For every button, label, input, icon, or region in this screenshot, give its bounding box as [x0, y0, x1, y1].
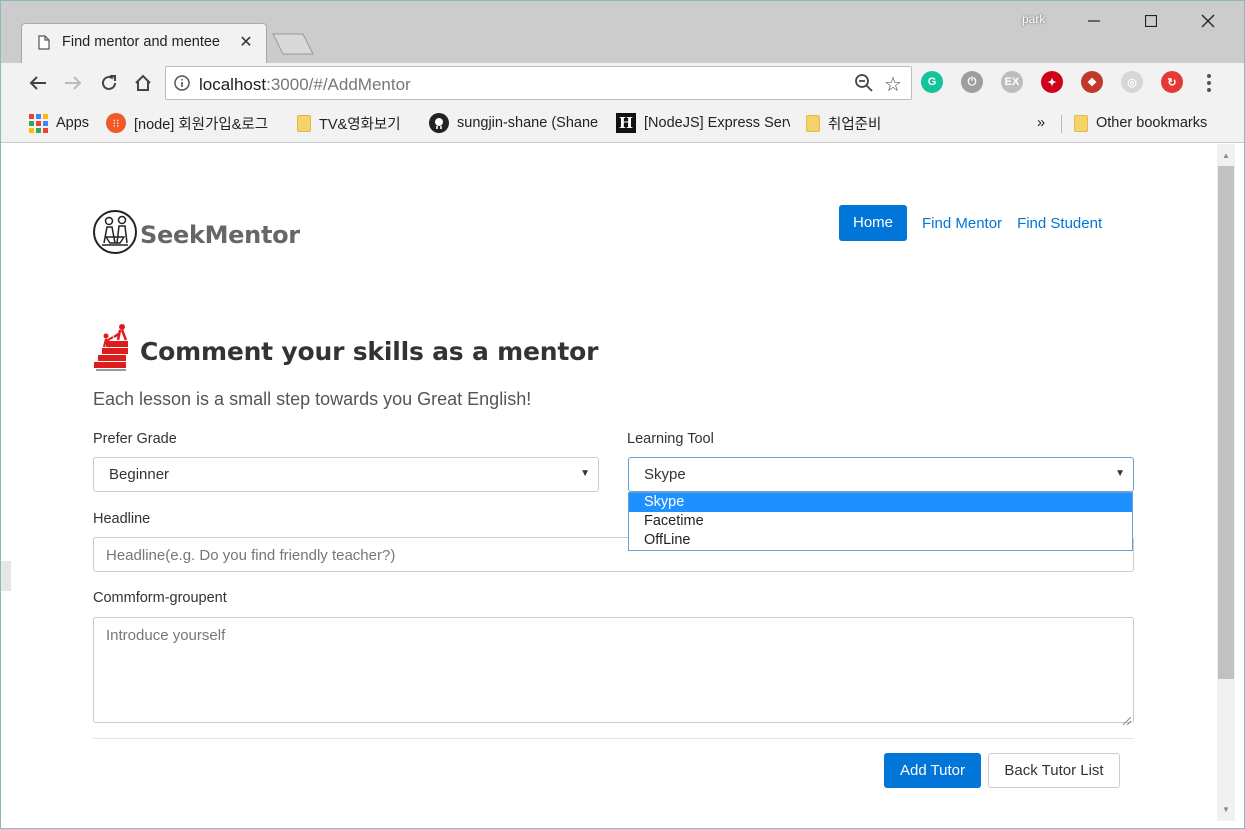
zoom-icon[interactable] — [854, 73, 874, 98]
forward-arrow-icon[interactable] — [61, 71, 85, 95]
bookmark-label: TV&영화보기 — [319, 116, 401, 133]
bookmark-label: sungjin-shane (Shane — [457, 115, 599, 131]
web-page: SeekMentor Home Find Mentor Find Student — [11, 144, 1217, 821]
site-logo[interactable]: SeekMentor — [92, 205, 300, 264]
comment-textarea[interactable]: Introduce yourself — [93, 617, 1134, 726]
profile-name[interactable]: park — [1022, 12, 1045, 26]
learning-tool-value: Skype — [644, 466, 686, 483]
option-facetime[interactable]: Facetime — [629, 512, 1132, 531]
bookmark-apps[interactable]: Apps — [29, 113, 99, 133]
lead-text: Each lesson is a small step towards you … — [93, 389, 532, 409]
trend-micro-icon[interactable]: ✦ — [1041, 71, 1063, 93]
comment-placeholder: Introduce yourself — [106, 627, 226, 644]
reload-icon[interactable] — [97, 71, 121, 95]
address-bar[interactable]: localhost:3000/#/AddMentor ☆ — [165, 66, 912, 100]
nav-find-mentor[interactable]: Find Mentor — [922, 215, 1017, 232]
bookmark-label: 취업준비 — [828, 116, 882, 133]
node-site-icon: ⁝⁝ — [106, 113, 126, 133]
minimize-button[interactable] — [1072, 7, 1116, 35]
bookmark-label: Apps — [56, 115, 90, 131]
tab-title: Find mentor and mentee — [62, 34, 220, 50]
other-bookmarks[interactable]: Other bookmarks — [1074, 113, 1224, 133]
ex-icon[interactable]: EX — [1001, 71, 1023, 93]
close-window-button[interactable] — [1186, 7, 1230, 35]
bookmark-job-prep[interactable]: 취업준비 — [806, 113, 906, 133]
learning-tool-dropdown: Skype Facetime OffLine — [628, 492, 1133, 551]
scroll-up-icon[interactable]: ▲ — [1221, 151, 1231, 161]
browser-menu-icon[interactable] — [1201, 71, 1217, 95]
maximize-button[interactable] — [1129, 7, 1173, 35]
bookmark-node-signup[interactable]: ⁝⁝ [node] 회원가입&로그 — [106, 113, 278, 133]
title-bar: Find mentor and mentee ✕ park — [1, 1, 1244, 63]
github-icon — [429, 113, 449, 133]
red-app-icon[interactable]: ❖ — [1081, 71, 1103, 93]
document-icon — [38, 35, 50, 55]
folder-icon — [297, 114, 311, 132]
chevron-down-icon: ▼ — [580, 468, 590, 479]
page-heading: Comment your skills as a mentor — [92, 322, 598, 381]
sync-icon[interactable]: ↻ — [1161, 71, 1183, 93]
bookmark-label: [NodeJS] Express Serv — [644, 115, 790, 131]
headline-placeholder: Headline(e.g. Do you find friendly teach… — [106, 547, 396, 564]
prefer-grade-select[interactable]: Beginner ▼ — [93, 457, 599, 492]
site-brand: SeekMentor — [140, 220, 300, 249]
bookmark-nodejs-express[interactable]: H [NodeJS] Express Serv — [616, 113, 790, 133]
learning-tool-select[interactable]: Skype ▼ — [628, 457, 1134, 492]
browser-toolbar: localhost:3000/#/AddMentor ☆ G ⏻ EX ✦ ❖ ◎ ↻ — [1, 63, 1244, 103]
other-bookmarks-label: Other bookmarks — [1096, 115, 1208, 131]
bookmarks-bar: Apps ⁝⁝ [node] 회원가입&로그 TV&영화보기 sungjin-s… — [1, 103, 1244, 143]
more-bookmarks-button[interactable]: » — [1037, 113, 1051, 133]
chevron-down-icon: ▼ — [1115, 468, 1125, 479]
site-nav: Home Find Mentor Find Student — [839, 205, 1117, 241]
nav-home[interactable]: Home — [839, 205, 908, 241]
window-edge — [1, 561, 11, 591]
scroll-thumb[interactable] — [1218, 166, 1234, 679]
headline-label: Headline — [93, 511, 151, 527]
prefer-grade-label: Prefer Grade — [93, 431, 177, 447]
mentor-logo-icon — [92, 205, 138, 264]
form-divider — [93, 738, 1134, 739]
home-icon[interactable] — [131, 71, 155, 95]
star-icon[interactable]: ☆ — [884, 72, 902, 97]
comment-label: Commform-groupent — [93, 590, 227, 606]
resize-handle-icon[interactable] — [1122, 712, 1132, 726]
scroll-down-icon[interactable]: ▼ — [1221, 805, 1231, 815]
url-text: localhost:3000/#/AddMentor — [199, 75, 411, 94]
bookmark-tv-movies[interactable]: TV&영화보기 — [297, 113, 417, 133]
nav-find-student[interactable]: Find Student — [1017, 215, 1117, 232]
grammarly-icon[interactable]: G — [921, 71, 943, 93]
more-bookmarks-label: » — [1037, 115, 1046, 131]
info-icon[interactable] — [174, 75, 190, 96]
option-skype[interactable]: Skype — [629, 493, 1132, 512]
prefer-grade-value: Beginner — [109, 466, 170, 483]
h-site-icon: H — [616, 113, 636, 133]
folder-icon — [806, 114, 820, 132]
browser-tab[interactable]: Find mentor and mentee ✕ — [21, 23, 267, 63]
browser-window: Find mentor and mentee ✕ park localhost:… — [0, 0, 1245, 829]
close-icon[interactable]: ✕ — [238, 32, 254, 52]
vertical-scrollbar[interactable]: ▲ ▼ — [1217, 144, 1235, 821]
gray-circle-icon[interactable]: ◎ — [1121, 71, 1143, 93]
folder-icon — [1074, 114, 1088, 132]
back-tutor-list-button[interactable]: Back Tutor List — [988, 753, 1120, 788]
page-title: Comment your skills as a mentor — [140, 337, 599, 366]
learning-tool-label: Learning Tool — [627, 431, 714, 447]
back-arrow-icon[interactable] — [26, 71, 50, 95]
bookmark-label: [node] 회원가입&로그 — [134, 116, 269, 133]
add-tutor-button[interactable]: Add Tutor — [884, 753, 981, 788]
bookmark-divider — [1061, 115, 1062, 133]
power-icon[interactable]: ⏻ — [961, 71, 983, 93]
apps-icon — [29, 113, 48, 133]
option-offline[interactable]: OffLine — [629, 531, 1132, 550]
new-tab-button[interactable] — [271, 33, 315, 55]
climbing-books-icon — [92, 322, 138, 381]
bookmark-github[interactable]: sungjin-shane (Shane — [429, 113, 601, 133]
